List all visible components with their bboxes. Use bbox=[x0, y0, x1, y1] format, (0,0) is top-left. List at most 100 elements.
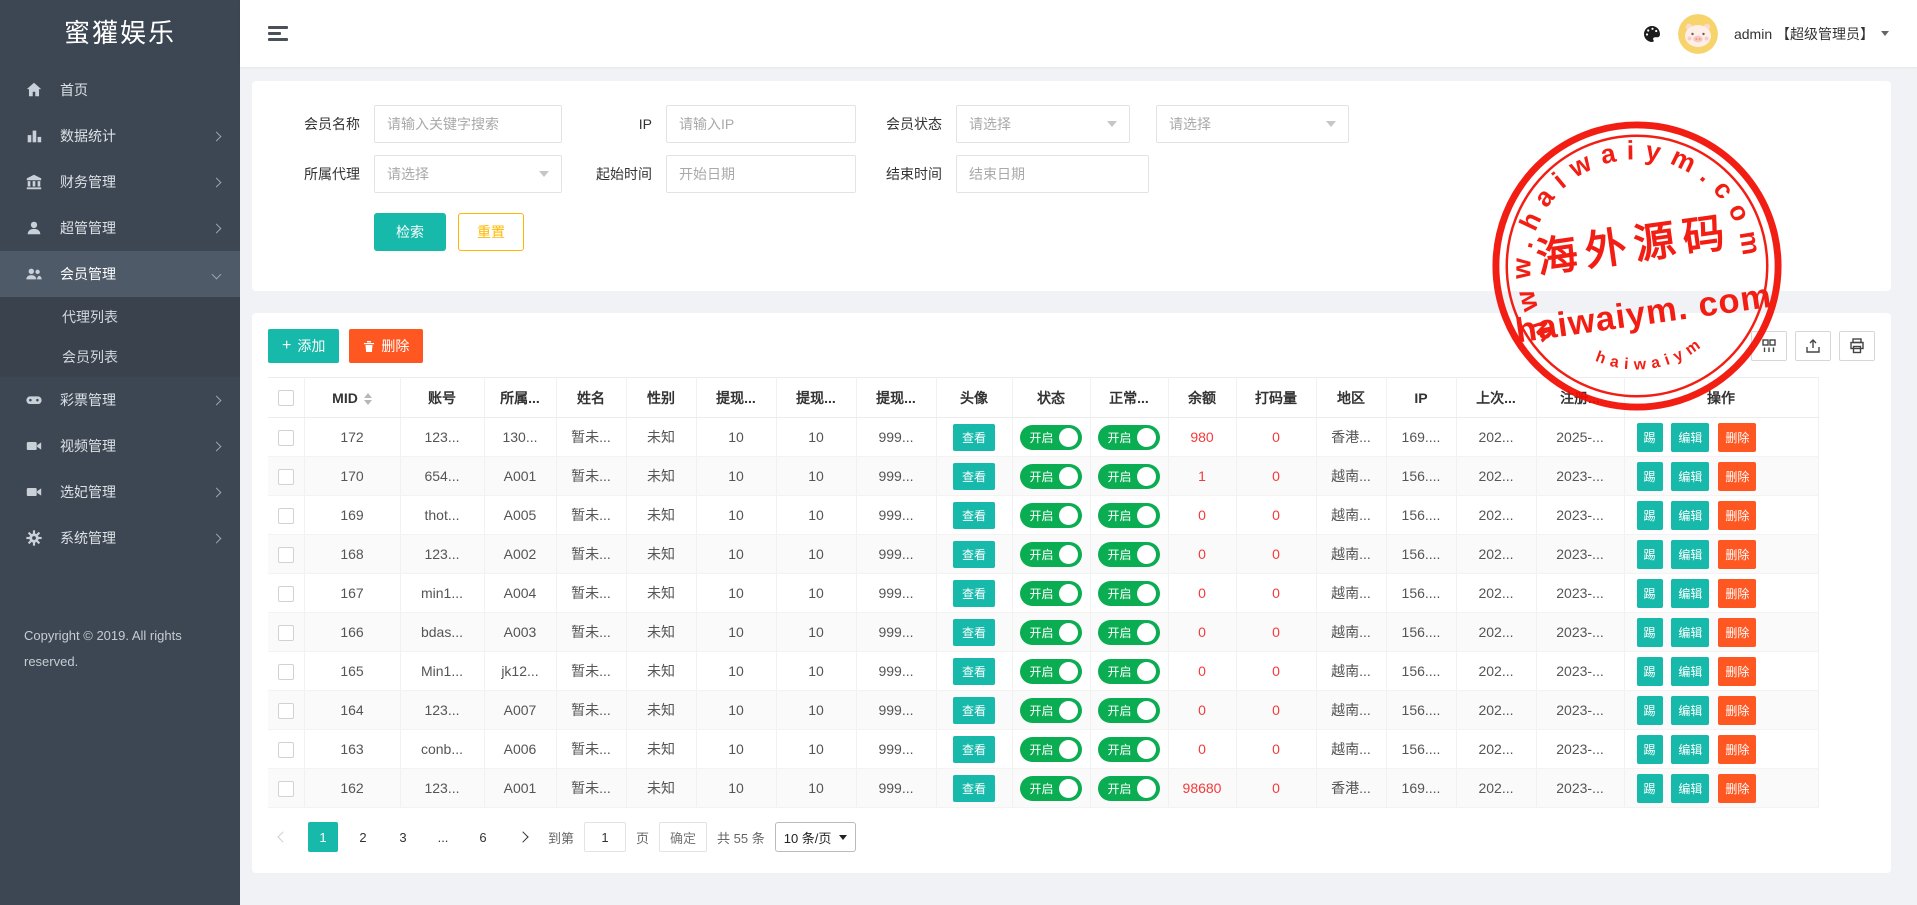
view-avatar-button[interactable]: 查看 bbox=[953, 463, 995, 490]
row-checkbox[interactable] bbox=[278, 547, 294, 563]
delete-button[interactable]: 删除 bbox=[1718, 735, 1756, 764]
next-page-button[interactable] bbox=[508, 822, 538, 852]
normal-toggle[interactable]: 开启 bbox=[1098, 620, 1159, 645]
status-toggle[interactable]: 开启 bbox=[1020, 620, 1081, 645]
view-avatar-button[interactable]: 查看 bbox=[953, 619, 995, 646]
page-button-6[interactable]: 6 bbox=[468, 822, 498, 852]
status-toggle[interactable]: 开启 bbox=[1020, 503, 1081, 528]
status-toggle[interactable]: 开启 bbox=[1020, 776, 1081, 801]
export-icon[interactable] bbox=[1795, 331, 1831, 361]
normal-toggle[interactable]: 开启 bbox=[1098, 659, 1159, 684]
view-avatar-button[interactable]: 查看 bbox=[953, 502, 995, 529]
menu-toggle-icon[interactable] bbox=[268, 26, 288, 41]
kick-button[interactable]: 踢 bbox=[1637, 579, 1663, 608]
row-checkbox[interactable] bbox=[278, 430, 294, 446]
edit-button[interactable]: 编辑 bbox=[1671, 579, 1709, 608]
delete-button[interactable]: 删除 bbox=[1718, 774, 1756, 803]
normal-toggle[interactable]: 开启 bbox=[1098, 464, 1159, 489]
normal-toggle[interactable]: 开启 bbox=[1098, 776, 1159, 801]
sidebar-subitem-agent-list[interactable]: 代理列表 bbox=[0, 297, 240, 337]
agent-select[interactable]: 请选择 bbox=[374, 155, 562, 193]
delete-button[interactable]: 删除 bbox=[1718, 423, 1756, 452]
page-button-3[interactable]: 3 bbox=[388, 822, 418, 852]
row-checkbox[interactable] bbox=[278, 586, 294, 602]
row-checkbox[interactable] bbox=[278, 703, 294, 719]
row-checkbox[interactable] bbox=[278, 469, 294, 485]
edit-button[interactable]: 编辑 bbox=[1671, 618, 1709, 647]
print-icon[interactable] bbox=[1839, 331, 1875, 361]
row-checkbox[interactable] bbox=[278, 781, 294, 797]
add-button[interactable]: + 添加 bbox=[268, 329, 339, 363]
edit-button[interactable]: 编辑 bbox=[1671, 501, 1709, 530]
col-mid[interactable]: MID bbox=[304, 378, 400, 418]
view-avatar-button[interactable]: 查看 bbox=[953, 697, 995, 724]
page-button-2[interactable]: 2 bbox=[348, 822, 378, 852]
delete-button[interactable]: 删除 bbox=[1718, 462, 1756, 491]
kick-button[interactable]: 踢 bbox=[1637, 501, 1663, 530]
sidebar-item-lottery[interactable]: 彩票管理 bbox=[0, 377, 240, 423]
normal-toggle[interactable]: 开启 bbox=[1098, 542, 1159, 567]
edit-button[interactable]: 编辑 bbox=[1671, 540, 1709, 569]
edit-button[interactable]: 编辑 bbox=[1671, 735, 1709, 764]
page-size-select[interactable]: 10 条/页 bbox=[775, 822, 857, 852]
status-toggle[interactable]: 开启 bbox=[1020, 737, 1081, 762]
delete-button[interactable]: 删除 bbox=[1718, 618, 1756, 647]
row-checkbox[interactable] bbox=[278, 625, 294, 641]
goto-page-input[interactable] bbox=[584, 822, 626, 852]
start-date-input[interactable] bbox=[666, 155, 856, 193]
view-avatar-button[interactable]: 查看 bbox=[953, 541, 995, 568]
kick-button[interactable]: 踢 bbox=[1637, 735, 1663, 764]
delete-button[interactable]: 删除 bbox=[1718, 696, 1756, 725]
kick-button[interactable]: 踢 bbox=[1637, 540, 1663, 569]
end-date-input[interactable] bbox=[956, 155, 1149, 193]
edit-button[interactable]: 编辑 bbox=[1671, 423, 1709, 452]
delete-button[interactable]: 删除 bbox=[1718, 540, 1756, 569]
search-button[interactable]: 检索 bbox=[374, 213, 446, 251]
view-avatar-button[interactable]: 查看 bbox=[953, 775, 995, 802]
view-avatar-button[interactable]: 查看 bbox=[953, 580, 995, 607]
status-toggle[interactable]: 开启 bbox=[1020, 425, 1081, 450]
row-checkbox[interactable] bbox=[278, 508, 294, 524]
ip-input[interactable] bbox=[666, 105, 856, 143]
secondary-status-select[interactable]: 请选择 bbox=[1156, 105, 1349, 143]
sidebar-item-home[interactable]: 首页 bbox=[0, 67, 240, 113]
edit-button[interactable]: 编辑 bbox=[1671, 462, 1709, 491]
view-avatar-button[interactable]: 查看 bbox=[953, 424, 995, 451]
status-toggle[interactable]: 开启 bbox=[1020, 542, 1081, 567]
page-button-1[interactable]: 1 bbox=[308, 822, 338, 852]
user-menu[interactable]: admin 【超级管理员】 bbox=[1734, 24, 1889, 44]
edit-button[interactable]: 编辑 bbox=[1671, 774, 1709, 803]
kick-button[interactable]: 踢 bbox=[1637, 657, 1663, 686]
sidebar-item-system[interactable]: 系统管理 bbox=[0, 515, 240, 561]
kick-button[interactable]: 踢 bbox=[1637, 774, 1663, 803]
batch-delete-button[interactable]: 删除 bbox=[349, 329, 423, 363]
normal-toggle[interactable]: 开启 bbox=[1098, 581, 1159, 606]
kick-button[interactable]: 踢 bbox=[1637, 462, 1663, 491]
normal-toggle[interactable]: 开启 bbox=[1098, 503, 1159, 528]
kick-button[interactable]: 踢 bbox=[1637, 423, 1663, 452]
filter-columns-icon[interactable] bbox=[1751, 331, 1787, 361]
row-checkbox[interactable] bbox=[278, 742, 294, 758]
status-toggle[interactable]: 开启 bbox=[1020, 698, 1081, 723]
view-avatar-button[interactable]: 查看 bbox=[953, 736, 995, 763]
delete-button[interactable]: 删除 bbox=[1718, 657, 1756, 686]
status-toggle[interactable]: 开启 bbox=[1020, 659, 1081, 684]
status-toggle[interactable]: 开启 bbox=[1020, 581, 1081, 606]
member-name-input[interactable] bbox=[374, 105, 562, 143]
kick-button[interactable]: 踢 bbox=[1637, 696, 1663, 725]
member-status-select[interactable]: 请选择 bbox=[956, 105, 1130, 143]
sidebar-item-superadmin[interactable]: 超管管理 bbox=[0, 205, 240, 251]
reset-button[interactable]: 重置 bbox=[458, 213, 524, 251]
delete-button[interactable]: 删除 bbox=[1718, 579, 1756, 608]
view-avatar-button[interactable]: 查看 bbox=[953, 658, 995, 685]
sidebar-item-statistics[interactable]: 数据统计 bbox=[0, 113, 240, 159]
sort-icon[interactable] bbox=[364, 393, 372, 405]
select-all-checkbox[interactable] bbox=[278, 390, 294, 406]
sidebar-item-xuanfei[interactable]: 选妃管理 bbox=[0, 469, 240, 515]
sidebar-item-video[interactable]: 视频管理 bbox=[0, 423, 240, 469]
edit-button[interactable]: 编辑 bbox=[1671, 657, 1709, 686]
normal-toggle[interactable]: 开启 bbox=[1098, 698, 1159, 723]
row-checkbox[interactable] bbox=[278, 664, 294, 680]
user-avatar[interactable] bbox=[1678, 14, 1718, 54]
normal-toggle[interactable]: 开启 bbox=[1098, 425, 1159, 450]
